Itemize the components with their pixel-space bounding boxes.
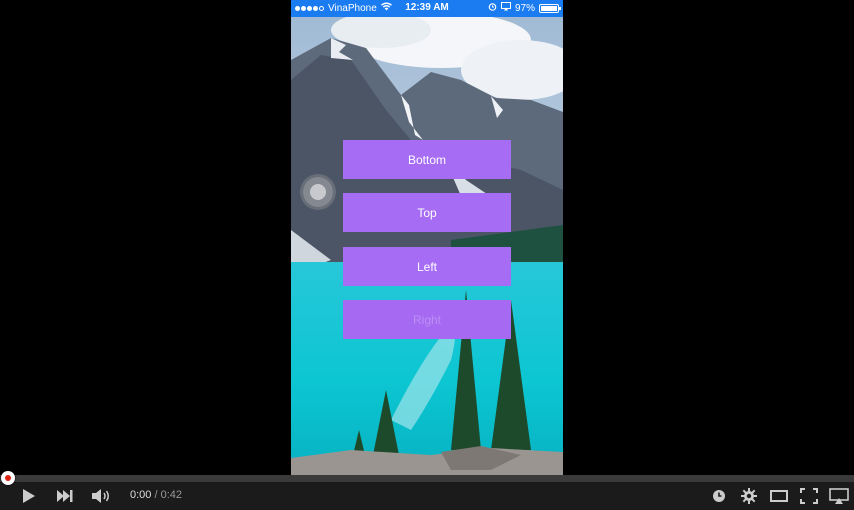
right-button[interactable]: Right bbox=[343, 300, 511, 339]
carrier-label: VinaPhone bbox=[328, 2, 377, 14]
status-right: 97% bbox=[488, 2, 561, 14]
signal-icon bbox=[295, 5, 324, 11]
progress-bar[interactable] bbox=[0, 471, 854, 485]
time-display: 0:00 / 0:42 bbox=[130, 489, 182, 501]
next-icon bbox=[57, 490, 73, 502]
player-controls: 0:00 / 0:42 bbox=[0, 471, 854, 510]
airplay-button[interactable] bbox=[828, 485, 850, 507]
battery-percent: 97% bbox=[514, 2, 535, 14]
watch-later-icon bbox=[713, 490, 725, 502]
bottom-button[interactable]: Bottom bbox=[343, 140, 511, 179]
play-button[interactable] bbox=[18, 485, 40, 507]
screen-mirroring-icon bbox=[500, 2, 511, 14]
settings-icon bbox=[741, 488, 757, 504]
mountain-lake-background bbox=[291, 0, 563, 475]
settings-button[interactable] bbox=[739, 485, 759, 507]
current-time: 0:00 bbox=[130, 489, 152, 501]
alarm-icon bbox=[488, 2, 497, 14]
phone-screen: VinaPhone 12:39 AM 97% Bottom Top Left R… bbox=[291, 0, 563, 475]
wifi-icon bbox=[380, 2, 392, 14]
video-stage[interactable]: VinaPhone 12:39 AM 97% Bottom Top Left R… bbox=[0, 0, 854, 475]
battery-fill bbox=[541, 5, 557, 11]
theater-mode-button[interactable] bbox=[768, 485, 790, 507]
status-bar: VinaPhone 12:39 AM 97% bbox=[291, 0, 563, 17]
play-icon bbox=[23, 489, 35, 503]
fullscreen-button[interactable] bbox=[798, 485, 820, 507]
battery-icon bbox=[539, 3, 561, 13]
duration: 0:42 bbox=[160, 489, 183, 501]
scrubber-handle[interactable] bbox=[1, 471, 15, 485]
time-separator: / bbox=[151, 489, 161, 501]
fullscreen-icon bbox=[800, 488, 818, 504]
airplay-icon bbox=[829, 488, 849, 504]
status-left: VinaPhone bbox=[295, 2, 392, 14]
volume-icon bbox=[92, 489, 109, 503]
next-button[interactable] bbox=[54, 485, 76, 507]
top-button[interactable]: Top bbox=[343, 193, 511, 232]
left-button[interactable]: Left bbox=[343, 247, 511, 286]
volume-button[interactable] bbox=[90, 485, 114, 507]
theater-mode-icon bbox=[770, 490, 788, 502]
assistive-touch-button[interactable] bbox=[303, 177, 333, 207]
watch-later-button[interactable] bbox=[710, 485, 728, 507]
